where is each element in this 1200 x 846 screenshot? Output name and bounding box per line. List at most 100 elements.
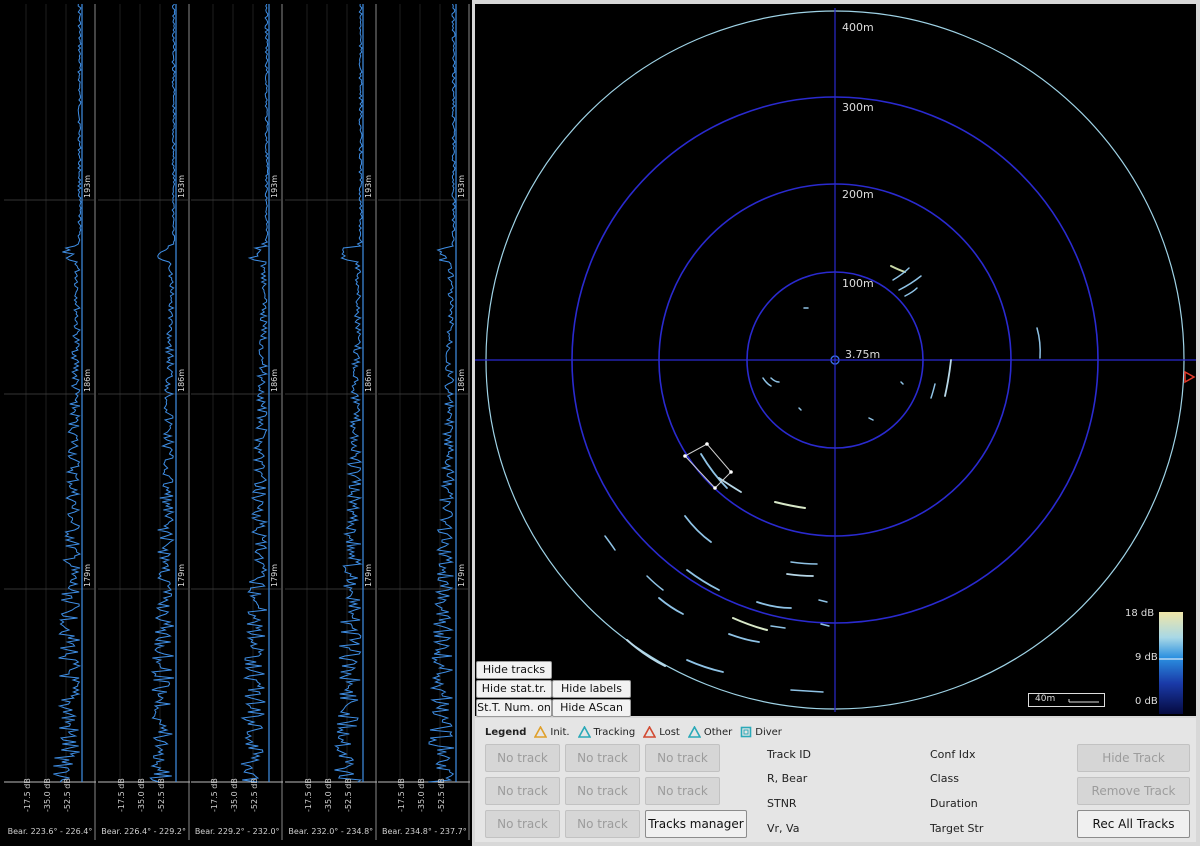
echo-return [890,265,906,273]
echo-return [930,383,936,399]
track-slot-1[interactable]: No track [485,744,560,772]
target-bearing-marker[interactable] [1184,370,1196,384]
legend-item-lost: Lost [643,726,680,738]
echo-return [604,535,616,551]
ascan-bearing-label: Bear. 234.8° - 237.7° [382,827,467,836]
ascan-range-label: 193m [83,175,92,198]
ascan-signal [333,4,363,783]
track-slot-6[interactable]: No track [645,777,720,805]
ascan-range-label: 179m [364,564,373,587]
track-slot-7[interactable]: No track [485,810,560,838]
ascan-db-label: -35.0 dB [417,778,426,812]
track-slot-3[interactable]: No track [645,744,720,772]
ascan-db-label: -17.5 dB [397,778,406,812]
echo-return [728,633,760,643]
triangle-init-icon [534,726,548,738]
ascan-range-label: 179m [270,564,279,587]
st-num-on-button[interactable]: St.T. Num. on [476,699,552,717]
triangle-other-icon [687,726,701,738]
ascan-plot: 193m 186m 179m -17.5 dB -35.0 dB -52.5 dB [97,4,190,840]
echo-return [732,617,768,631]
scale-bar: 40m [1028,693,1105,707]
ascan-signal [148,4,176,783]
track-slot-2[interactable]: No track [565,744,640,772]
hide-stat-tr-button[interactable]: Hide stat.tr. [476,680,552,698]
ascan-bearing-label: Bear. 229.2° - 232.0° [194,827,280,836]
ascan-range-label: 186m [83,369,92,392]
ascan-db-label: -17.5 dB [304,778,313,812]
ascan-column: 193m 186m 179m -17.5 dB -35.0 dB -52.5 dB Bear… [378,4,471,840]
echo-return [774,501,806,509]
track-slot-4[interactable]: No track [485,777,560,805]
ascan-signal [53,4,82,783]
range-label-200m: 200m [842,188,874,201]
echo-return [646,575,664,591]
echo-return [798,407,802,411]
ascan-db-label: -35.0 dB [137,778,146,812]
echo-return [684,515,712,543]
sonar-ppi-display[interactable]: 400m 300m 200m 100m 3.75m 40m 18 dB 9 dB… [475,4,1196,716]
ascan-range-label: 193m [270,175,279,198]
ascan-signal [240,4,269,783]
track-slot-5[interactable]: No track [565,777,640,805]
ascan-column: 193m 186m 179m -17.5 dB -35.0 dB -52.5 dB Bear… [4,4,96,840]
echo-return [658,597,684,615]
colorbar-max-label: 18 dB [1125,608,1155,619]
ascan-db-label: -35.0 dB [230,778,239,812]
target-str-label: Target Str [930,822,984,835]
ascan-plot: 193m 186m 179m -17.5 dB -35.0 dB -52.5 dB [4,4,96,840]
legend-title: Legend [485,726,527,738]
echo-return [904,287,918,297]
ascan-db-label: -52.5 dB [344,778,353,812]
echo-return [762,377,772,387]
ascan-range-label: 193m [177,175,186,198]
ascan-column: 193m 186m 179m -17.5 dB -35.0 dB -52.5 dB Bear… [97,4,190,840]
legend-item-tracking: Tracking [577,726,635,738]
track-control-panel: Legend Init. Tracking Lost Other Diver N… [475,718,1196,842]
remove-track-button[interactable]: Remove Track [1077,777,1190,805]
hide-ascan-button[interactable]: Hide AScan [552,699,631,717]
echo-return [944,359,952,397]
legend-item-init: Init. [534,726,570,738]
triangle-lost-icon [643,726,657,738]
rec-all-tracks-button[interactable]: Rec All Tracks [1077,810,1190,838]
ascan-db-label: -17.5 dB [23,778,32,812]
colorbar-min-label: 0 dB [1135,696,1158,707]
sonar-plot: 400m 300m 200m 100m 3.75m [475,8,1196,712]
hide-tracks-button[interactable]: Hide tracks [476,661,552,679]
velocity-label: Vr, Va [767,822,800,835]
ascan-db-label: -17.5 dB [117,778,126,812]
echo-return [770,377,780,383]
ascan-db-label: -35.0 dB [324,778,333,812]
stnr-label: STNR [767,797,797,810]
class-label: Class [930,772,959,785]
center-range-label: 3.75m [845,348,880,361]
ascan-db-label: -52.5 dB [157,778,166,812]
echo-return [770,625,786,629]
ascan-range-label: 186m [457,369,466,392]
ascan-range-label: 193m [457,175,466,198]
ascan-bearing-label: Bear. 226.4° - 229.2° [101,827,186,836]
track-slot-8[interactable]: No track [565,810,640,838]
ascan-db-label: -52.5 dB [63,778,72,812]
ascan-signal [428,4,457,783]
ascan-bearing-label: Bear. 232.0° - 234.8° [288,827,374,836]
echo-return [820,623,830,627]
echo-return [900,381,904,385]
echo-return [868,417,874,421]
ascan-db-label: -17.5 dB [210,778,219,812]
hide-labels-button[interactable]: Hide labels [552,680,631,698]
square-diver-icon [740,726,752,738]
ascan-range-label: 186m [270,369,279,392]
ascan-range-label: 186m [177,369,186,392]
hide-track-button[interactable]: Hide Track [1077,744,1190,772]
range-label-300m: 300m [842,101,874,114]
legend-item-diver: Diver [740,726,782,738]
ascan-column: 193m 186m 179m -17.5 dB -35.0 dB -52.5 dB Bear… [191,4,284,840]
range-label-100m: 100m [842,277,874,290]
tracks-manager-button[interactable]: Tracks manager [645,810,747,838]
echo-return [756,601,792,609]
track-id-label: Track ID [767,748,811,761]
colorbar-mid-label: 9 dB [1135,652,1158,663]
triangle-tracking-icon [577,726,591,738]
